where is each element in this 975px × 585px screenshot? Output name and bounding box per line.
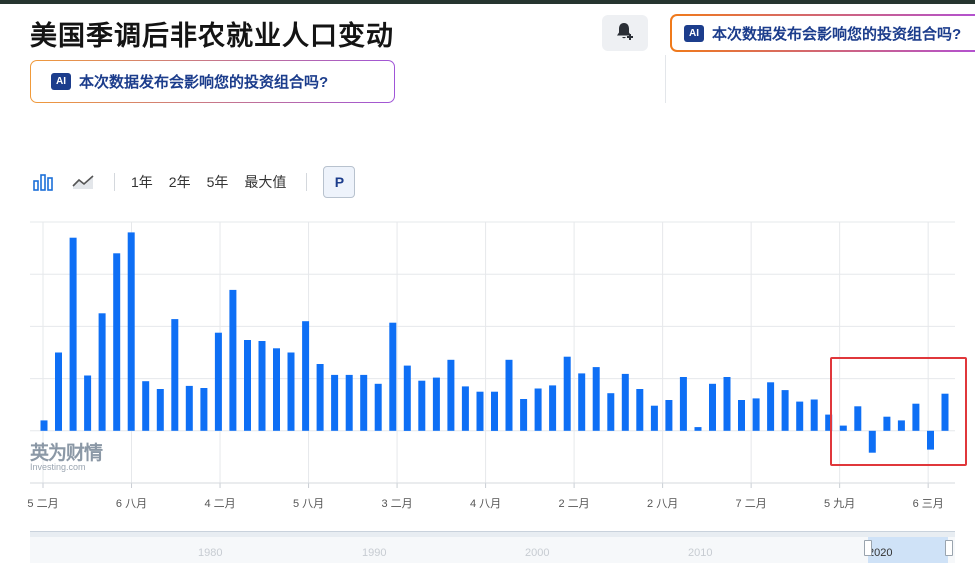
bar (461, 386, 469, 431)
bar (767, 382, 775, 431)
range-2y-button[interactable]: 2年 (169, 172, 191, 192)
navigator-year-label: 2000 (525, 547, 550, 559)
bar (723, 377, 731, 431)
bar (185, 385, 193, 431)
bar (316, 364, 324, 431)
bar (578, 373, 586, 431)
bar (563, 356, 571, 431)
navigator-left-handle[interactable] (864, 540, 872, 556)
area-chart-icon[interactable] (70, 169, 96, 195)
range-max-button[interactable]: 最大值 (244, 172, 286, 192)
bar (781, 390, 789, 431)
navigator-right-handle[interactable] (945, 540, 953, 556)
bar (273, 348, 280, 431)
navigator-year-label: 2010 (688, 547, 713, 559)
x-tick-label: 4 八月 (470, 498, 501, 510)
bar (752, 398, 760, 431)
ai-banner-text: 本次数据发布会影响您的投资组合吗? (712, 25, 962, 43)
bar (403, 365, 411, 431)
time-navigator[interactable]: 1980 1990 2000 2010 2020 (30, 531, 955, 563)
bar (214, 332, 222, 431)
bar (345, 374, 353, 431)
add-alert-button[interactable] (602, 15, 648, 51)
bar (69, 237, 77, 431)
bar (113, 253, 121, 431)
x-tick-label: 5 八月 (293, 498, 324, 510)
bar (447, 359, 455, 431)
x-tick-label: 7 二月 (736, 498, 767, 510)
bar (476, 391, 484, 431)
x-tick-label: 6 三月 (913, 498, 944, 510)
watermark-cn: 英为财情 (30, 443, 103, 464)
bar (607, 393, 615, 431)
bell-add-icon (614, 20, 636, 47)
navigator-year-label: 1990 (362, 547, 387, 559)
bar (505, 359, 513, 431)
bar (171, 319, 179, 431)
bar (418, 380, 426, 431)
x-tick-label: 5 二月 (27, 498, 58, 510)
bar (432, 377, 440, 431)
bar-chart: 5 二月 6 八月 4 二月 5 八月 3 二月 4 八月 2 二月 2 八月 7 二月 5 九月… (27, 221, 955, 510)
range-1y-button[interactable]: 1年 (131, 172, 153, 192)
highlight-annotation-box (830, 357, 967, 466)
x-tick-label: 2 二月 (559, 498, 590, 510)
divider-line (665, 55, 666, 103)
bar (491, 391, 498, 431)
bar (738, 400, 745, 431)
x-tick-label: 4 二月 (204, 498, 235, 510)
bar (520, 399, 528, 431)
bar (389, 322, 397, 431)
ai-banner-text: 本次数据发布会影响您的投资组合吗? (79, 74, 329, 91)
bar (98, 313, 106, 431)
bar (374, 383, 382, 431)
ai-chat-icon: AI (51, 73, 71, 90)
bar (665, 400, 673, 431)
bar (331, 374, 339, 431)
x-tick-label: 2 八月 (647, 498, 678, 510)
navigator-track (30, 532, 955, 537)
bar (156, 389, 164, 431)
bar (621, 373, 629, 431)
bar (709, 383, 716, 431)
p-button[interactable]: P (323, 166, 356, 198)
bar (302, 321, 310, 431)
bar (810, 399, 818, 431)
x-tick-label: 5 九月 (824, 497, 855, 510)
investing-watermark: 英为财情 Investing.com (30, 438, 103, 472)
chart-toolbar: 1年 2年 5年 最大值 P (30, 166, 356, 198)
bar (360, 374, 368, 431)
ai-chat-icon: AI (684, 24, 704, 42)
x-tick-label: 3 二月 (381, 498, 412, 510)
bar (200, 388, 208, 431)
bar (549, 385, 557, 431)
bar (796, 401, 804, 431)
window-top-bar (0, 0, 975, 4)
bar (534, 388, 542, 431)
bar (258, 341, 266, 431)
bar (55, 352, 62, 431)
toolbar-separator (306, 173, 308, 191)
bar (694, 427, 702, 431)
toolbar-separator (114, 173, 115, 191)
bar (142, 381, 150, 431)
range-5y-button[interactable]: 5年 (207, 172, 229, 192)
bar (229, 289, 237, 431)
x-tick-label: 6 八月 (116, 498, 147, 510)
ai-portfolio-banner[interactable]: AI 本次数据发布会影响您的投资组合吗? (30, 60, 395, 103)
bar (127, 232, 135, 431)
bar (244, 340, 251, 431)
ai-portfolio-banner-top[interactable]: AI 本次数据发布会影响您的投资组合吗? (670, 14, 975, 52)
bar (679, 377, 687, 431)
navigator-year-label: 1980 (198, 547, 223, 559)
bar (40, 420, 48, 431)
bar (636, 389, 644, 431)
bar (287, 352, 295, 431)
page-title: 美国季调后非农就业人口变动 (30, 21, 394, 51)
bar (650, 405, 658, 431)
bar (84, 375, 92, 431)
bar (592, 367, 600, 431)
bar-chart-icon[interactable] (30, 169, 56, 195)
